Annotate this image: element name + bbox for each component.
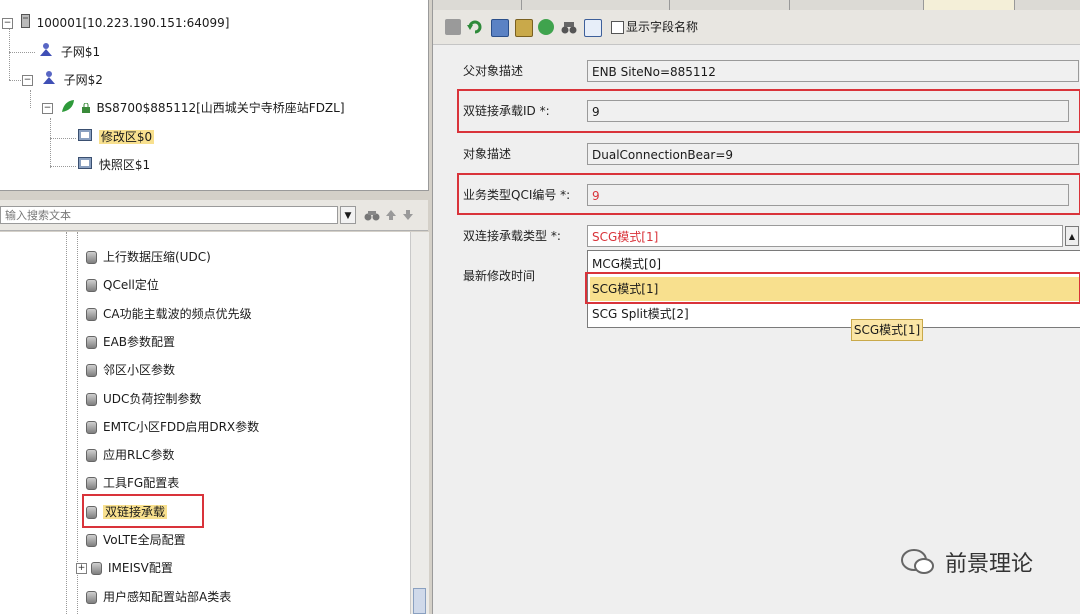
- server-icon: [20, 13, 30, 34]
- tree-node-modify-area[interactable]: 修改区$0: [78, 127, 155, 148]
- parameter-icon: [86, 449, 97, 463]
- tree-item[interactable]: 工具FG配置表: [86, 472, 179, 494]
- tree-node-base-station[interactable]: − BS8700$885112[山西城关宁寺桥座站FDZL]: [42, 98, 345, 118]
- collapse-toggle[interactable]: −: [42, 103, 53, 114]
- bearer-id-field[interactable]: 9: [587, 100, 1069, 122]
- parent-object-label: 父对象描述: [463, 64, 524, 78]
- expand-toggle[interactable]: +: [76, 563, 87, 575]
- tree-item-label: 上行数据压缩(UDC): [103, 250, 211, 264]
- scrollbar-thumb[interactable]: [413, 588, 426, 614]
- watermark: 前景理论: [901, 546, 1080, 586]
- parameter-icon: [86, 335, 97, 349]
- tree-item[interactable]: UDC负荷控制参数: [86, 388, 201, 410]
- tree-node-label: 子网$1: [60, 45, 101, 59]
- parent-object-field[interactable]: ENB SiteNo=885112: [587, 60, 1079, 82]
- tree-item-label: EAB参数配置: [103, 334, 176, 349]
- save-icon[interactable]: [491, 19, 509, 37]
- binoculars-icon[interactable]: [561, 19, 577, 35]
- tree-item[interactable]: 邻区小区参数: [86, 359, 175, 381]
- network-icon: [38, 42, 54, 63]
- refresh-icon[interactable]: [538, 19, 554, 35]
- collapse-toggle[interactable]: −: [22, 75, 33, 86]
- property-panel: 显示字段名称 父对象描述 ENB SiteNo=885112 双链接承载ID *…: [432, 0, 1080, 614]
- search-input[interactable]: 输入搜索文本: [0, 206, 338, 224]
- parameter-icon: [91, 562, 102, 576]
- tree-item-label: 邻区小区参数: [103, 363, 176, 378]
- select-arrow-button[interactable]: ▲: [1065, 226, 1079, 246]
- highlight-box-scg-option: [585, 272, 1080, 304]
- tree-node-root[interactable]: − 100001[10.223.190.151:64099]: [2, 13, 229, 33]
- show-field-name-label: 显示字段名称: [626, 20, 699, 34]
- tree-item-label: CA功能主载波的频点优先级: [103, 306, 252, 321]
- database-icon: [78, 128, 92, 148]
- tree-item-label: 用户感知配置站部A类表: [103, 589, 232, 604]
- parameter-tree: 上行数据压缩(UDC) QCell定位 CA功能主载波的频点优先级 EAB参数配置 邻区…: [0, 232, 410, 614]
- tree-item-label: IMEISV配置: [108, 561, 173, 576]
- watermark-text: 前景理论: [945, 552, 1034, 577]
- bearer-type-select[interactable]: SCG模式[1]: [587, 225, 1063, 247]
- tree-node-label: BS8700$885112[山西城关宁寺桥座站FDZL]: [96, 101, 345, 115]
- tree-item[interactable]: EMTC小区FDD启用DRX参数: [86, 416, 259, 438]
- tree-item-label: QCell定位: [103, 278, 159, 293]
- search-bar: 输入搜索文本 ▼: [0, 200, 428, 231]
- parameter-icon: [86, 279, 97, 293]
- tree-item-label: UDC负荷控制参数: [103, 391, 202, 406]
- object-desc-label: 对象描述: [463, 147, 512, 161]
- lock-icon: [81, 99, 90, 119]
- parameter-icon: [86, 251, 97, 264]
- tree-scrollbar[interactable]: [410, 232, 429, 614]
- qci-label: 业务类型QCI编号 *:: [463, 188, 571, 202]
- tree-node-label: 修改区$0: [98, 130, 155, 144]
- tree-item[interactable]: CA功能主载波的频点优先级: [86, 303, 252, 325]
- parameter-icon: [86, 364, 97, 378]
- tree-item[interactable]: 用户感知配置站部A类表: [86, 586, 231, 608]
- arrow-down-icon[interactable]: [402, 209, 414, 224]
- collapse-toggle[interactable]: −: [2, 18, 13, 29]
- show-field-name-checkbox[interactable]: [611, 21, 624, 34]
- tree-item-label: 工具FG配置表: [103, 476, 180, 491]
- toolbar: 显示字段名称: [433, 10, 1080, 45]
- parameter-icon: [86, 534, 97, 547]
- parameter-icon: [86, 392, 97, 406]
- bearer-id-label: 双链接承载ID *:: [463, 104, 550, 118]
- parameter-icon: [86, 307, 97, 321]
- tree-item[interactable]: + IMEISV配置: [76, 557, 173, 579]
- network-icon: [41, 70, 57, 91]
- tree-item[interactable]: VoLTE全局配置: [86, 529, 186, 551]
- wechat-icon: [901, 548, 935, 582]
- highlight-box-dual-bearer: [82, 494, 204, 528]
- parameter-icon: [86, 420, 97, 434]
- leaf-icon: [61, 99, 75, 119]
- export-icon[interactable]: [515, 19, 533, 37]
- dropdown-option-scg-split[interactable]: SCG Split模式[2]: [590, 302, 1080, 326]
- database-icon: [78, 156, 92, 176]
- delete-icon[interactable]: [445, 19, 461, 35]
- last-modified-label: 最新修改时间: [463, 269, 536, 283]
- tree-node-snapshot-area[interactable]: 快照区$1: [78, 155, 150, 175]
- tree-node-label: 100001[10.223.190.151:64099]: [36, 16, 230, 30]
- undo-icon[interactable]: [467, 19, 483, 35]
- tree-item-label: EMTC小区FDD启用DRX参数: [103, 419, 260, 434]
- parameter-icon: [86, 590, 97, 604]
- tooltip: SCG模式[1]: [851, 319, 923, 341]
- arrow-up-icon[interactable]: [385, 209, 397, 224]
- tree-item[interactable]: EAB参数配置: [86, 331, 175, 353]
- tree-item[interactable]: 应用RLC参数: [86, 444, 174, 466]
- tree-node-label: 快照区$1: [98, 158, 151, 172]
- tree-item-label: 应用RLC参数: [103, 448, 175, 463]
- bearer-type-label: 双连接承载类型 *:: [463, 229, 561, 243]
- topology-tree: − 100001[10.223.190.151:64099] 子网$1 − 子网…: [0, 0, 429, 191]
- tree-node-label: 子网$2: [63, 73, 103, 87]
- tree-item[interactable]: 上行数据压缩(UDC): [86, 246, 211, 268]
- object-desc-field[interactable]: DualConnectionBear=9: [587, 143, 1079, 165]
- tree-node-subnet-2[interactable]: − 子网$2: [22, 70, 103, 90]
- document-icon[interactable]: [584, 19, 602, 37]
- qci-field[interactable]: 9: [587, 184, 1069, 206]
- find-icon[interactable]: [364, 208, 380, 225]
- parameter-icon: [86, 477, 97, 491]
- search-dropdown-button[interactable]: ▼: [340, 206, 356, 224]
- tree-item[interactable]: QCell定位: [86, 274, 159, 296]
- tree-item-label: VoLTE全局配置: [103, 533, 186, 547]
- tree-node-subnet-1[interactable]: 子网$1: [38, 42, 100, 62]
